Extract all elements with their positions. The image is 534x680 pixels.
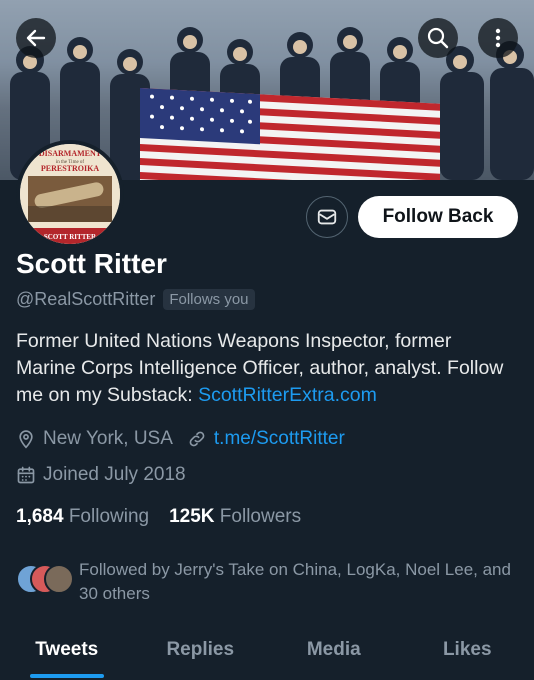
following-label: Following [68, 506, 150, 527]
tab-tweets-label: Tweets [35, 639, 99, 660]
svg-text:DISARMAMENT: DISARMAMENT [39, 149, 102, 158]
followed-by-avatars [16, 564, 76, 598]
tab-likes[interactable]: Likes [401, 630, 534, 680]
profile-tabs: Tweets Replies Media Likes [0, 630, 534, 680]
tab-media-label: Media [306, 639, 361, 660]
tab-replies[interactable]: Replies [134, 630, 268, 680]
website-link[interactable]: t.me/ScottRitter [214, 428, 345, 450]
followers-count: 125K [169, 506, 215, 527]
followed-by-text: Followed by Jerry's Take on China, LogKa… [79, 560, 511, 603]
profile-avatar[interactable]: DISARMAMENT in the Time of PERESTROIKA S… [16, 140, 124, 248]
more-button[interactable] [478, 18, 518, 58]
calendar-icon [17, 466, 35, 484]
tab-tweets[interactable]: Tweets [0, 630, 134, 680]
svg-text:PERESTROIKA: PERESTROIKA [41, 164, 99, 173]
message-icon [317, 209, 337, 225]
search-button[interactable] [418, 18, 458, 58]
followers-link[interactable]: 125K Followers [169, 506, 301, 528]
link-icon [189, 431, 205, 447]
mutual-avatar [44, 564, 74, 594]
joined-date: Joined July 2018 [43, 464, 186, 485]
joined-row: Joined July 2018 [16, 464, 186, 486]
bio-link[interactable]: ScottRitterExtra.com [198, 384, 377, 406]
search-icon [427, 27, 449, 49]
profile-handle: @RealScottRitter [16, 289, 156, 309]
tab-media[interactable]: Media [267, 630, 401, 680]
profile-bio: Former United Nations Weapons Inspector,… [16, 328, 516, 409]
follows-you-badge: Follows you [163, 289, 255, 310]
svg-text:SCOTT RITTER: SCOTT RITTER [44, 233, 97, 241]
follow-back-button[interactable]: Follow Back [358, 196, 518, 238]
tab-likes-label: Likes [442, 639, 492, 660]
back-arrow-icon [26, 29, 46, 47]
location-pin-icon [19, 430, 33, 449]
handle-row: @RealScottRitter Follows you [16, 289, 255, 310]
location-text: New York, USA [43, 428, 173, 449]
more-vertical-icon [495, 28, 501, 48]
following-count: 1,684 [16, 506, 64, 527]
tab-replies-label: Replies [166, 639, 235, 660]
message-button[interactable] [306, 196, 348, 238]
follow-counts: 1,684 Following 125K Followers [16, 506, 321, 528]
active-tab-indicator [30, 674, 104, 678]
avatar-book-cover: DISARMAMENT in the Time of PERESTROIKA S… [20, 144, 120, 244]
following-link[interactable]: 1,684 Following [16, 506, 149, 528]
profile-name: Scott Ritter [16, 248, 167, 279]
back-button[interactable] [16, 18, 56, 58]
followers-label: Followers [219, 506, 302, 527]
location-website-row: New York, USA t.me/ScottRitter [16, 428, 345, 450]
